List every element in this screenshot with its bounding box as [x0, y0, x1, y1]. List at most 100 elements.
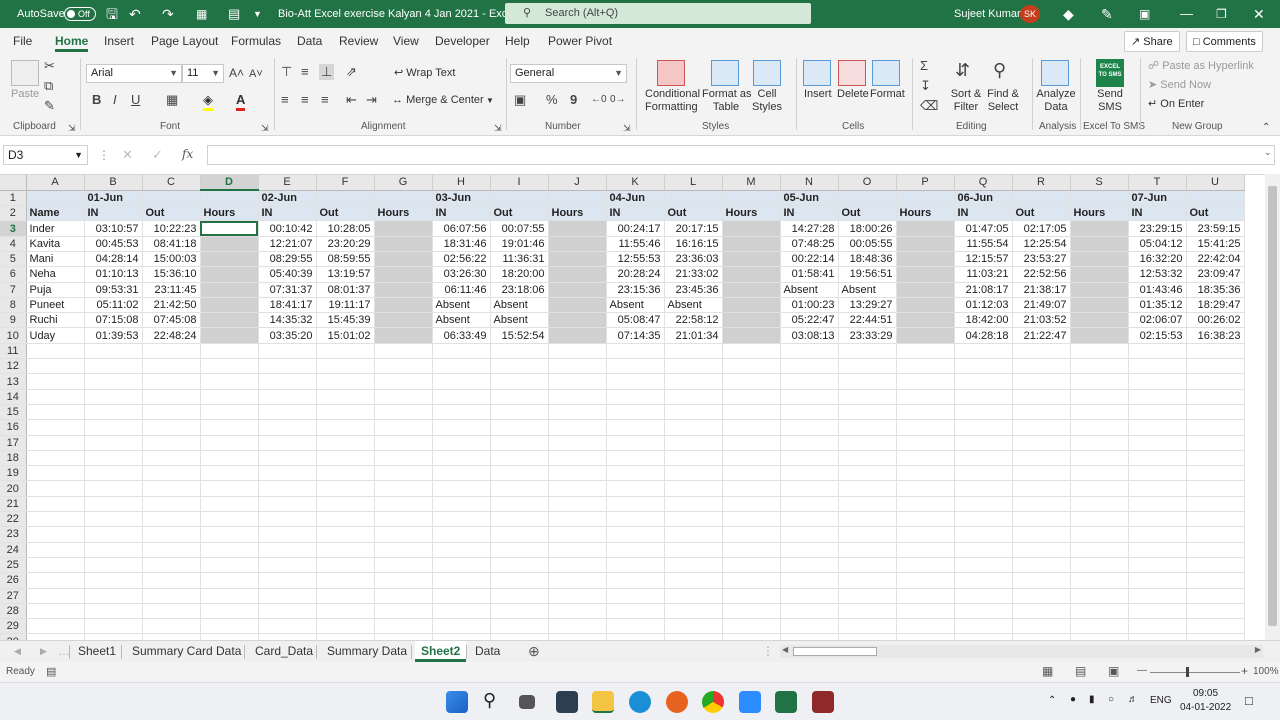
- cell-c7[interactable]: 23:11:45: [142, 282, 201, 298]
- cell-r17[interactable]: [1012, 435, 1071, 451]
- row-header-11[interactable]: 11: [0, 343, 27, 360]
- cell-s6[interactable]: [1070, 266, 1129, 283]
- cell-e22[interactable]: [258, 511, 317, 528]
- conditional-formatting-button[interactable]: Conditional Formatting: [645, 88, 700, 114]
- cell-t20[interactable]: [1128, 480, 1187, 497]
- cell-r18[interactable]: [1012, 450, 1071, 467]
- cell-a22[interactable]: [26, 511, 85, 528]
- cell-d25[interactable]: [200, 557, 259, 574]
- row-header-22[interactable]: 22: [0, 511, 27, 528]
- cell-a15[interactable]: [26, 404, 85, 421]
- cell-q6[interactable]: 11:03:21: [954, 266, 1013, 283]
- sheet-tab-sheet2[interactable]: Sheet2: [415, 641, 467, 662]
- cell-b2[interactable]: IN: [84, 205, 143, 222]
- enter-check-icon[interactable]: ✓: [152, 147, 163, 163]
- cell-s14[interactable]: [1070, 389, 1129, 405]
- cell-b26[interactable]: [84, 572, 143, 589]
- cell-c13[interactable]: [142, 373, 201, 390]
- cell-q12[interactable]: [954, 358, 1013, 375]
- cell-s7[interactable]: [1070, 282, 1129, 298]
- cell-f2[interactable]: Out: [316, 205, 375, 222]
- cell-c11[interactable]: [142, 343, 201, 360]
- row-header-7[interactable]: 7: [0, 282, 27, 298]
- cell-g22[interactable]: [374, 511, 433, 528]
- cell-j10[interactable]: [548, 327, 607, 344]
- cell-i12[interactable]: [490, 358, 549, 375]
- cell-t11[interactable]: [1128, 343, 1187, 360]
- cell-m12[interactable]: [722, 358, 781, 375]
- cell-k12[interactable]: [606, 358, 665, 375]
- cell-r12[interactable]: [1012, 358, 1071, 375]
- next-sheet-icon[interactable]: ▶: [40, 641, 47, 662]
- cell-m17[interactable]: [722, 435, 781, 451]
- paste-hyperlink-button[interactable]: ☍ Paste as Hyperlink: [1148, 60, 1254, 73]
- cell-g4[interactable]: [374, 236, 433, 252]
- cell-n10[interactable]: 03:08:13: [780, 327, 839, 344]
- cell-a24[interactable]: [26, 542, 85, 558]
- cell-c27[interactable]: [142, 588, 201, 604]
- cell-f21[interactable]: [316, 496, 375, 513]
- language-indicator[interactable]: ENG: [1150, 695, 1172, 706]
- column-header-a[interactable]: A: [26, 175, 85, 191]
- cell-u9[interactable]: 00:26:02: [1186, 312, 1245, 329]
- cell-o12[interactable]: [838, 358, 897, 375]
- cell-i6[interactable]: 18:20:00: [490, 266, 549, 283]
- sort-filter-button[interactable]: Sort & Filter: [950, 88, 982, 114]
- cell-k16[interactable]: [606, 419, 665, 436]
- cell-p5[interactable]: [896, 251, 955, 268]
- cell-a26[interactable]: [26, 572, 85, 589]
- cell-d2[interactable]: Hours: [200, 205, 259, 222]
- cell-r22[interactable]: [1012, 511, 1071, 528]
- row-header-19[interactable]: 19: [0, 465, 27, 482]
- cell-d10[interactable]: [200, 327, 259, 344]
- cell-u26[interactable]: [1186, 572, 1245, 589]
- cell-i20[interactable]: [490, 480, 549, 497]
- cell-d16[interactable]: [200, 419, 259, 436]
- cell-i19[interactable]: [490, 465, 549, 482]
- delete-button[interactable]: Delete: [837, 88, 869, 101]
- prev-sheet-icon[interactable]: ◀: [14, 641, 21, 662]
- insert-button[interactable]: Insert: [804, 88, 832, 101]
- cell-e27[interactable]: [258, 588, 317, 604]
- cell-b18[interactable]: [84, 450, 143, 467]
- cell-q23[interactable]: [954, 526, 1013, 543]
- cell-g23[interactable]: [374, 526, 433, 543]
- align-middle-icon[interactable]: ≡: [301, 64, 309, 80]
- row-header-29[interactable]: 29: [0, 618, 27, 635]
- cell-h16[interactable]: [432, 419, 491, 436]
- cell-n16[interactable]: [780, 419, 839, 436]
- sheet-tab-summary-data[interactable]: Summary Data: [327, 641, 407, 662]
- increase-decimal-icon[interactable]: ←0: [591, 92, 607, 108]
- cell-r20[interactable]: [1012, 480, 1071, 497]
- cell-n1[interactable]: 05-Jun: [780, 190, 839, 207]
- cell-m25[interactable]: [722, 557, 781, 574]
- cell-m7[interactable]: [722, 282, 781, 298]
- cell-e17[interactable]: [258, 435, 317, 451]
- cell-d22[interactable]: [200, 511, 259, 528]
- cell-p6[interactable]: [896, 266, 955, 283]
- cancel-icon[interactable]: ✕: [122, 147, 133, 163]
- cell-a2[interactable]: Name: [26, 205, 85, 222]
- column-header-e[interactable]: E: [258, 175, 317, 191]
- cell-e28[interactable]: [258, 603, 317, 620]
- cell-m11[interactable]: [722, 343, 781, 360]
- increase-indent-icon[interactable]: ⇥: [366, 92, 377, 108]
- cell-j6[interactable]: [548, 266, 607, 283]
- row-header-5[interactable]: 5: [0, 251, 27, 268]
- cell-g8[interactable]: [374, 297, 433, 314]
- task-view-icon[interactable]: [519, 695, 535, 709]
- scroll-thumb[interactable]: [793, 647, 877, 656]
- cell-p18[interactable]: [896, 450, 955, 467]
- zoom-slider-thumb[interactable]: [1186, 667, 1189, 677]
- cell-l20[interactable]: [664, 480, 723, 497]
- cell-g12[interactable]: [374, 358, 433, 375]
- row-header-4[interactable]: 4: [0, 236, 27, 252]
- cell-n18[interactable]: [780, 450, 839, 467]
- column-header-c[interactable]: C: [142, 175, 201, 191]
- cell-u8[interactable]: 18:29:47: [1186, 297, 1245, 314]
- cell-g3[interactable]: [374, 220, 433, 237]
- cell-b19[interactable]: [84, 465, 143, 482]
- cell-d23[interactable]: [200, 526, 259, 543]
- cell-f22[interactable]: [316, 511, 375, 528]
- cell-s20[interactable]: [1070, 480, 1129, 497]
